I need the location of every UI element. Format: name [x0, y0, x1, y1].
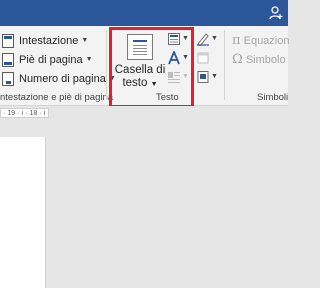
group-separator: [224, 30, 225, 100]
chevron-down-icon: ▼: [211, 35, 218, 42]
signature-line-icon[interactable]: [196, 32, 210, 46]
page-number-button[interactable]: Numero di pagina ▼: [0, 69, 116, 88]
text-box-label: Casella di testo ▼: [114, 64, 166, 91]
page-number-label: Numero di pagina: [19, 72, 106, 85]
footer-label: Piè di pagina: [19, 53, 83, 66]
group-separator: [106, 30, 107, 100]
title-bar: [0, 0, 288, 26]
quick-parts-icon[interactable]: [167, 32, 181, 46]
object-icon[interactable]: [196, 70, 210, 84]
drop-cap-icon: [168, 72, 180, 83]
symbol-button[interactable]: Ω Simbolo: [232, 52, 286, 67]
share-user-icon[interactable]: [268, 5, 284, 21]
chevron-down-icon: ▼: [182, 35, 189, 42]
text-box-button[interactable]: Casella di testo ▼: [114, 30, 166, 90]
text-group-label: Testo: [156, 92, 179, 103]
text-box-icon: [127, 34, 153, 60]
header-icon: [2, 33, 14, 48]
chevron-down-icon: ▼: [211, 73, 218, 80]
page-number-icon: [2, 71, 14, 86]
omega-icon: Ω: [232, 52, 243, 67]
text-box-label-line1: Casella di: [114, 64, 166, 76]
footer-icon: [2, 52, 14, 67]
text-box-label-line2: testo ▼: [122, 77, 158, 89]
document-page[interactable]: [0, 137, 46, 288]
header-button[interactable]: Intestazione ▼: [0, 31, 88, 50]
chevron-down-icon: ▼: [182, 73, 189, 80]
pi-icon: π: [232, 33, 241, 48]
chevron-down-icon: ▼: [182, 54, 189, 61]
date-time-icon: [197, 52, 209, 64]
symbol-label: Simbolo: [245, 54, 286, 66]
ribbon: Intestazione ▼ Piè di pagina ▼ Numero di…: [0, 26, 289, 106]
equation-label: Equazion: [243, 35, 290, 47]
header-label: Intestazione: [19, 34, 79, 47]
wordart-icon[interactable]: [167, 51, 181, 65]
horizontal-ruler: · 19 · ı · 18 · ı ·: [0, 108, 49, 118]
footer-button[interactable]: Piè di pagina ▼: [0, 50, 93, 69]
chevron-down-icon: ▼: [81, 37, 89, 44]
ruler-area: · 19 · ı · 18 · ı ·: [0, 106, 288, 120]
header-footer-group-label: ntestazione e piè di pagina: [0, 92, 114, 103]
equation-button[interactable]: π Equazion: [232, 33, 289, 48]
chevron-down-icon: ▼: [85, 56, 93, 63]
symbols-group-label: Simboli: [257, 92, 289, 103]
